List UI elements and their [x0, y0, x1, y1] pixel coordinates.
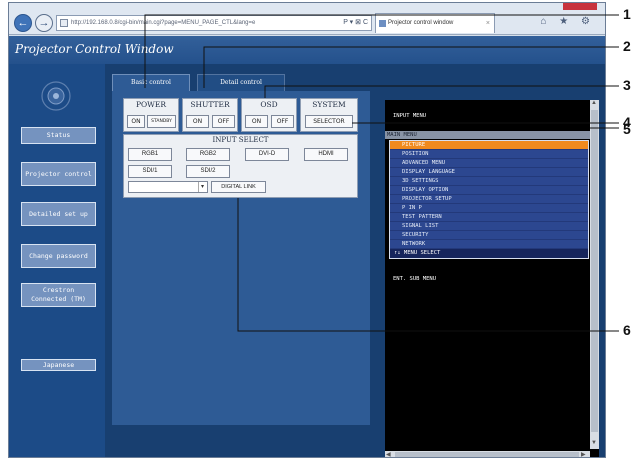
power-group: POWER ON STANDBY: [123, 98, 179, 132]
scroll-right-icon[interactable]: ▶: [581, 451, 586, 457]
horizontal-scroll-thumb[interactable]: [395, 452, 579, 457]
shutter-on-button[interactable]: ON: [186, 115, 209, 128]
tab-detail-control[interactable]: Detail control: [197, 74, 285, 91]
scroll-down-icon[interactable]: ▼: [591, 440, 597, 446]
osd-menu-item[interactable]: SECURITY: [390, 231, 588, 240]
home-star-gear-icons[interactable]: ⌂ ★ ⚙: [540, 16, 595, 27]
sidebar-item-status[interactable]: Status: [21, 127, 96, 144]
page-title: Projector Control Window: [9, 36, 605, 64]
input-sdi1-button[interactable]: SDI/1: [128, 165, 172, 178]
projector-logo-icon: [41, 81, 71, 111]
tab-title: Projector control window: [388, 20, 454, 26]
main-content: Basic control Detail control POWER ON ST…: [105, 64, 605, 457]
sidebar-item-crestron[interactable]: Crestron Connected (TM): [21, 283, 96, 307]
osd-menu-item[interactable]: PICTURE: [390, 141, 588, 150]
power-title: POWER: [135, 100, 167, 109]
projector-page: Projector Control Window Status Projecto…: [9, 36, 605, 457]
input-hdmi-button[interactable]: HDMI: [304, 148, 348, 161]
osd-menu-item[interactable]: ADVANCED MENU: [390, 159, 588, 168]
osd-menu-item[interactable]: NETWORK: [390, 240, 588, 249]
osd-horizontal-scrollbar[interactable]: ◀ ▶: [385, 451, 590, 457]
title-bar: [9, 3, 605, 11]
forward-button[interactable]: →: [35, 14, 53, 32]
callout-6: 6: [623, 322, 631, 338]
osd-footer-select: ↑↓ MENU SELECT: [390, 249, 588, 258]
scroll-up-icon[interactable]: ▲: [591, 100, 597, 106]
input-select-title: INPUT SELECT: [212, 136, 269, 144]
osd-menu-item[interactable]: DISPLAY LANGUAGE: [390, 168, 588, 177]
osd-on-button[interactable]: ON: [245, 115, 268, 128]
browser-tab[interactable]: Projector control window ×: [375, 13, 495, 33]
system-title: SYSTEM: [312, 100, 346, 109]
osd-menu-item[interactable]: TEST PATTERN: [390, 213, 588, 222]
osd-group: OSD ON OFF: [241, 98, 297, 132]
sidebar-item-projector-control[interactable]: Projector control: [21, 162, 96, 186]
browser-window: ← → http://192.168.0.8/cgi-bin/main.cgi?…: [8, 2, 606, 458]
shutter-off-button[interactable]: OFF: [212, 115, 235, 128]
sidebar: Status Projector control Detailed set up…: [9, 64, 105, 457]
basic-control-panel: POWER ON STANDBY SHUTTER ON OFF OSD ON O…: [112, 91, 370, 425]
system-selector-button[interactable]: SELECTOR: [305, 115, 353, 128]
osd-vertical-scrollbar[interactable]: ▲ ▼: [590, 100, 599, 449]
sidebar-item-change-password[interactable]: Change password: [21, 244, 96, 268]
input-select-group: INPUT SELECT RGB1 RGB2 DVI-D HDMI SDI/1 …: [123, 134, 358, 198]
osd-menu-title: MAIN MENU: [385, 131, 590, 139]
tab-icon: [379, 20, 386, 27]
address-row: ← → http://192.168.0.8/cgi-bin/main.cgi?…: [9, 11, 605, 35]
tab-close-icon[interactable]: ×: [486, 14, 490, 33]
tab-basic-control[interactable]: Basic control: [112, 74, 190, 91]
callout-3: 3: [623, 77, 631, 93]
page-icon: [60, 19, 68, 27]
osd-off-button[interactable]: OFF: [271, 115, 294, 128]
power-on-button[interactable]: ON: [127, 115, 145, 128]
shutter-group: SHUTTER ON OFF: [182, 98, 238, 132]
callout-5: 5: [623, 121, 631, 137]
vertical-scroll-thumb[interactable]: [591, 110, 598, 432]
digital-link-button[interactable]: DIGITAL LINK: [211, 181, 266, 193]
system-group: SYSTEM SELECTOR: [300, 98, 358, 132]
osd-menu-item[interactable]: POSITION: [390, 150, 588, 159]
input-rgb2-button[interactable]: RGB2: [186, 148, 230, 161]
input-rgb1-button[interactable]: RGB1: [128, 148, 172, 161]
shutter-title: SHUTTER: [190, 100, 230, 109]
osd-emulation-screen: INPUT MENU MAIN MENU PICTURE POSITION ADVA…: [385, 100, 599, 457]
osd-menu-item[interactable]: DISPLAY OPTION: [390, 186, 588, 195]
osd-menu-item[interactable]: SIGNAL LIST: [390, 222, 588, 231]
back-button[interactable]: ←: [14, 14, 32, 32]
scroll-left-icon[interactable]: ◀: [386, 451, 391, 457]
osd-menu-item[interactable]: 3D SETTINGS: [390, 177, 588, 186]
osd-menu-list: PICTURE POSITION ADVANCED MENU DISPLAY LANG…: [389, 140, 589, 259]
chevron-down-icon[interactable]: ▾: [198, 182, 206, 192]
sidebar-item-detailed-setup[interactable]: Detailed set up: [21, 202, 96, 226]
address-bar[interactable]: http://192.168.0.8/cgi-bin/main.cgi?page…: [56, 15, 372, 31]
osd-header: INPUT MENU: [393, 113, 427, 119]
osd-title: OSD: [260, 100, 278, 109]
osd-menu-item[interactable]: P IN P: [390, 204, 588, 213]
callout-2: 2: [623, 38, 631, 54]
window-close-button[interactable]: [563, 3, 597, 10]
osd-menu-item[interactable]: PROJECTOR SETUP: [390, 195, 588, 204]
osd-footer-enter: ENT. SUB MENU: [393, 276, 437, 282]
input-dvid-button[interactable]: DVI-D: [245, 148, 289, 161]
url-text: http://192.168.0.8/cgi-bin/main.cgi?page…: [71, 20, 256, 26]
power-standby-button[interactable]: STANDBY: [147, 115, 176, 128]
callout-1: 1: [623, 6, 631, 22]
sidebar-item-japanese[interactable]: Japanese: [21, 359, 96, 371]
input-dropdown[interactable]: ▾: [128, 181, 208, 193]
address-tools[interactable]: P ▾ ⊠ C: [343, 16, 368, 30]
input-sdi2-button[interactable]: SDI/2: [186, 165, 230, 178]
